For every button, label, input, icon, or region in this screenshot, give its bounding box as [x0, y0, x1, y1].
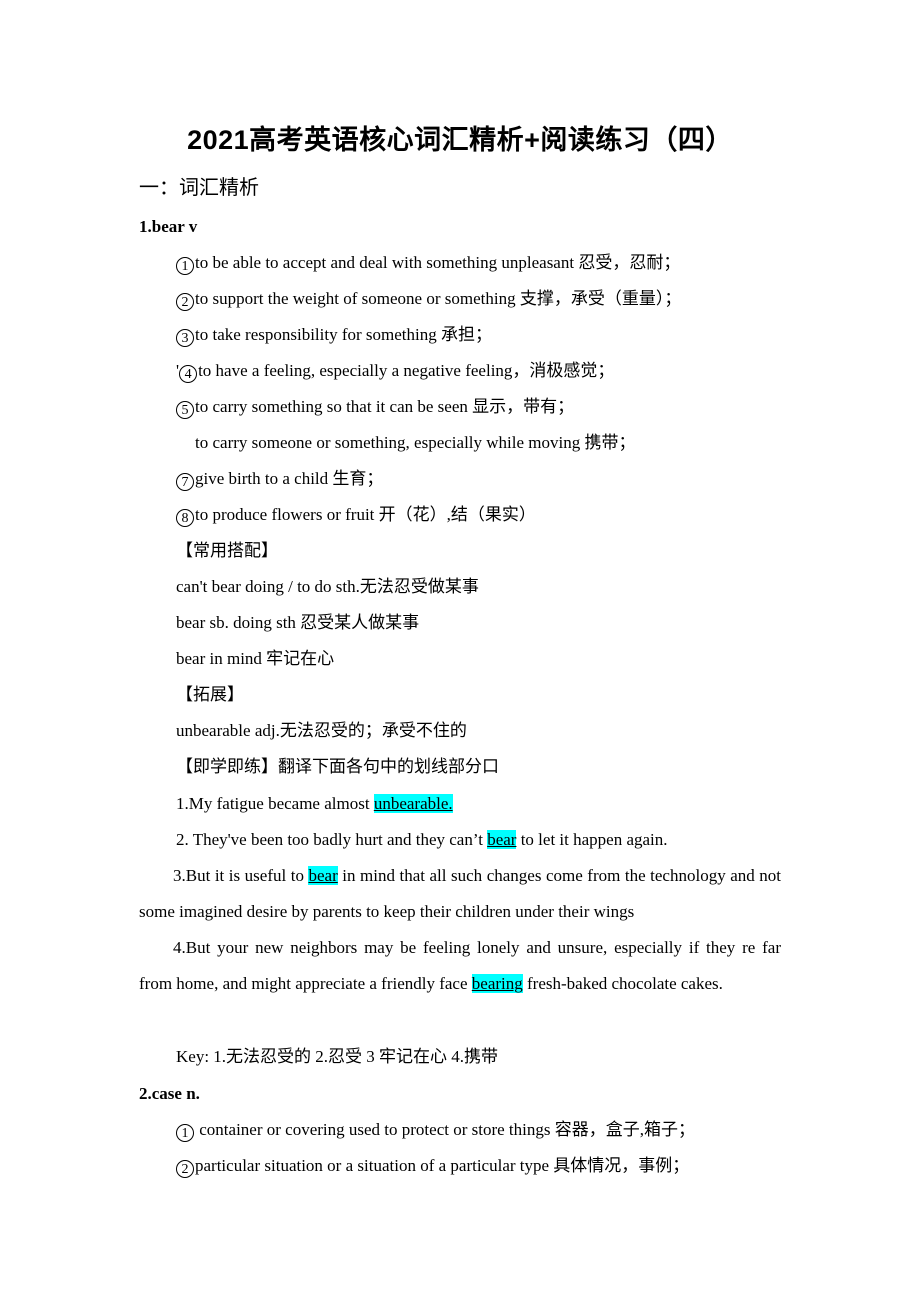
sense-text: to carry someone or something, especiall… — [195, 433, 636, 452]
highlighted-word: bear — [487, 830, 517, 849]
sentence-text: 3.But it is useful to — [173, 866, 309, 885]
sense-item: 8 to produce flowers or fruit 开（花）,结（果实） — [176, 504, 536, 527]
sense-item: ' 4 to have a feeling, especially a negati… — [176, 360, 614, 383]
circled-number: 2 — [176, 293, 194, 311]
headword-bear: 1.bear v — [139, 217, 198, 236]
practice-sentence: 2. They've been too badly hurt and they … — [176, 829, 668, 851]
practice-sentence: 4.But your new neighbors may be feeling … — [139, 930, 781, 1002]
extension-text: unbearable adj.无法忍受的；承受不住的 — [176, 721, 467, 740]
circled-number: 1 — [176, 1124, 194, 1142]
collocation-item: bear in mind 牢记在心 — [176, 649, 335, 668]
sense-item: 2 to support the weight of someone or som… — [176, 288, 681, 311]
sense-item: 3 to take responsibility for something 承担… — [176, 324, 492, 347]
sense-item: 2 particular situation or a situation of … — [176, 1155, 689, 1178]
section-heading: 一：词汇精析 — [139, 177, 259, 199]
sense-text: to have a feeling, especially a negative… — [198, 361, 615, 380]
highlighted-word: bearing — [471, 974, 523, 993]
sentence-text: fresh-baked chocolate cakes. — [522, 974, 723, 993]
circled-number: 3 — [176, 329, 194, 347]
extension-heading: 【拓展】 — [176, 685, 244, 704]
answer-key: Key: 1.无法忍受的 2.忍受 3 牢记在心 4.携带 — [176, 1047, 499, 1066]
sense-item: 7 give birth to a child 生育； — [176, 468, 383, 491]
practice-sentence: 3.But it is useful to bear in mind that … — [139, 858, 781, 930]
document-title: 2021高考英语核心词汇精析+阅读练习（四） — [187, 125, 733, 155]
collocation-item: bear sb. doing sth 忍受某人做某事 — [176, 613, 420, 632]
circled-number: 4 — [179, 365, 198, 383]
sense-text: container or covering used to protect or… — [195, 1120, 695, 1139]
collocation-item: can't bear doing / to do sth.无法忍受做某事 — [176, 577, 479, 596]
headword-case: 2.case n. — [139, 1084, 200, 1103]
circled-number: 5 — [176, 401, 194, 419]
sense-item: to carry someone or something, especiall… — [195, 432, 636, 454]
sense-item: 1 to be able to accept and deal with some… — [176, 252, 680, 275]
sense-text: to produce flowers or fruit 开（花）,结（果实） — [195, 505, 536, 524]
sense-text: particular situation or a situation of a… — [195, 1156, 690, 1175]
circled-number: 7 — [176, 473, 194, 491]
sense-text: to carry something so that it can be see… — [195, 397, 575, 416]
circled-number: 8 — [176, 509, 194, 527]
sense-item: 1 container or covering used to protect … — [176, 1119, 695, 1142]
sense-text: to support the weight of someone or some… — [195, 289, 682, 308]
sense-text: to be able to accept and deal with somet… — [195, 253, 681, 272]
sentence-text: 2. They've been too badly hurt and they … — [176, 830, 488, 849]
practice-heading: 【即学即练】翻译下面各句中的划线部分口 — [176, 757, 499, 776]
practice-sentence: 1.My fatigue became almost unbearable. — [176, 793, 453, 815]
collocations-heading: 【常用搭配】 — [176, 541, 278, 560]
sense-item: 5 to carry something so that it can be se… — [176, 396, 574, 419]
circled-number: 1 — [176, 257, 194, 275]
circled-number: 2 — [176, 1160, 194, 1178]
sense-text: to take responsibility for something 承担； — [195, 325, 492, 344]
sentence-text: to let it happen again. — [516, 830, 668, 849]
sentence-text: 1.My fatigue became almost — [176, 794, 374, 813]
sense-text: give birth to a child 生育； — [195, 469, 384, 488]
highlighted-word: bear — [308, 866, 338, 885]
highlighted-word: unbearable. — [373, 794, 453, 813]
